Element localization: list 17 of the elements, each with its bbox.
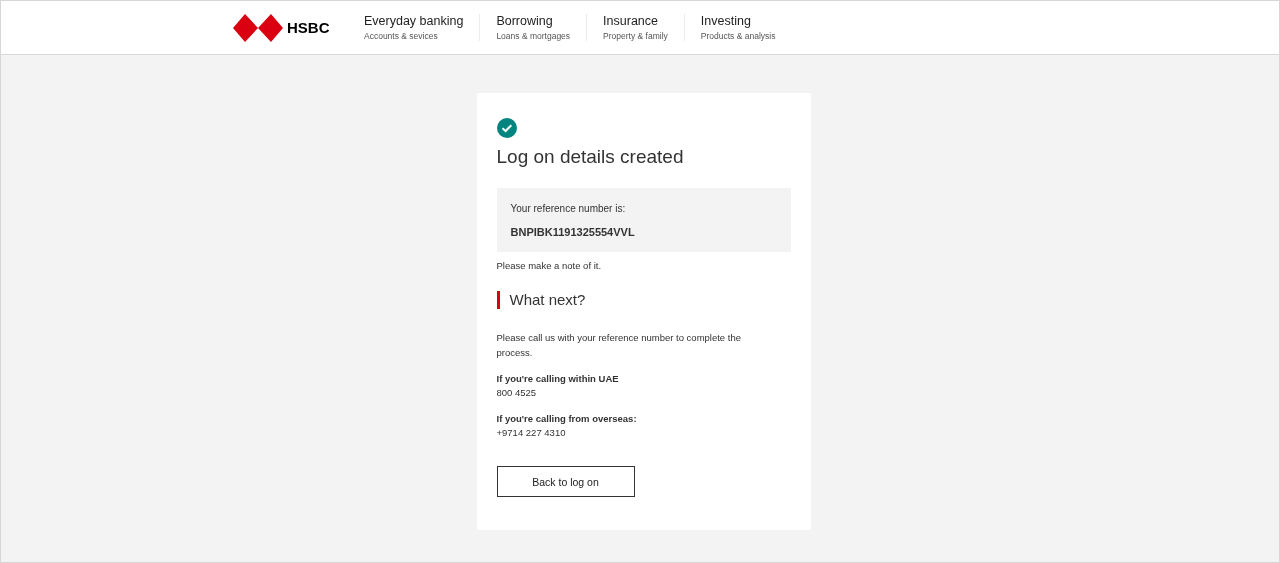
nav-item[interactable]: Investing Products & analysis (683, 14, 792, 41)
brand-name[interactable]: HSBC (287, 19, 330, 36)
back-button[interactable]: Back to log on (496, 466, 635, 497)
phone-number: +9714 227 4310 (496, 426, 567, 440)
phone-number: 800 4525 (496, 386, 538, 400)
nav-item[interactable]: Borrowing Loans & mortgages (479, 14, 587, 41)
nav-item[interactable]: Insurance Property & family (586, 14, 684, 41)
reference-number: BNPIBK1191325554VVL (510, 226, 636, 238)
contact-label: If you're calling within UAE (496, 372, 619, 386)
note-text: Please make a note of it. (496, 260, 602, 271)
check-circle-icon (496, 118, 517, 138)
contact-label: If you're calling from overseas: (496, 412, 637, 426)
nav-item[interactable]: Everyday banking Accounts & sevices (364, 14, 480, 41)
section-heading: What next? (496, 291, 586, 309)
page-title: Log on details created (496, 146, 684, 168)
reference-label: Your reference number is: (510, 203, 627, 214)
instruction-text: Please call us with your reference number to complete the process. (496, 331, 742, 360)
